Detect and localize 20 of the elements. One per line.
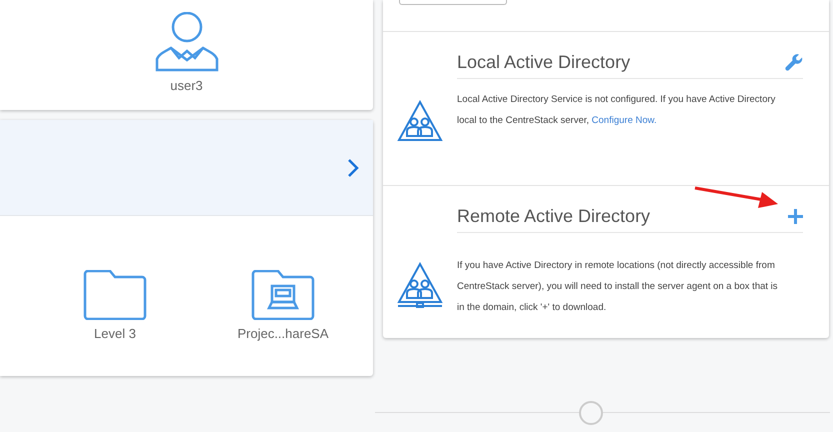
folder-icon xyxy=(83,270,147,320)
folder-name[interactable]: Projec...hareSA xyxy=(237,326,329,341)
section-description: Local Active Directory Service is not configured. If you have Active Directory local to the CentreStack server, Configure Now. xyxy=(457,93,776,128)
top-button[interactable] xyxy=(399,0,507,5)
slider-knob-icon xyxy=(577,399,605,427)
folder-laptop-icon xyxy=(251,270,315,320)
network-group-icon xyxy=(397,262,443,308)
user-name: user3 xyxy=(170,78,203,93)
chevron-right-icon[interactable] xyxy=(347,158,359,178)
user-icon xyxy=(154,12,218,72)
section-title: Remote Active Directory xyxy=(457,206,650,226)
section-title: Local Active Directory xyxy=(457,52,630,73)
section-description: If you have Active Directory in remote locations (not directly accessible from CentreStack server), you will need to install the server agent on a box that is in the domain, click '+' to download. xyxy=(457,258,779,314)
add-button[interactable] xyxy=(788,208,803,224)
settings-button[interactable] xyxy=(785,54,803,72)
plus-icon xyxy=(788,208,803,224)
group-icon xyxy=(397,100,443,142)
configure-link[interactable]: Configure Now. xyxy=(592,115,657,126)
wrench-icon xyxy=(785,54,803,72)
folder-name[interactable]: Level 3 xyxy=(94,326,136,341)
